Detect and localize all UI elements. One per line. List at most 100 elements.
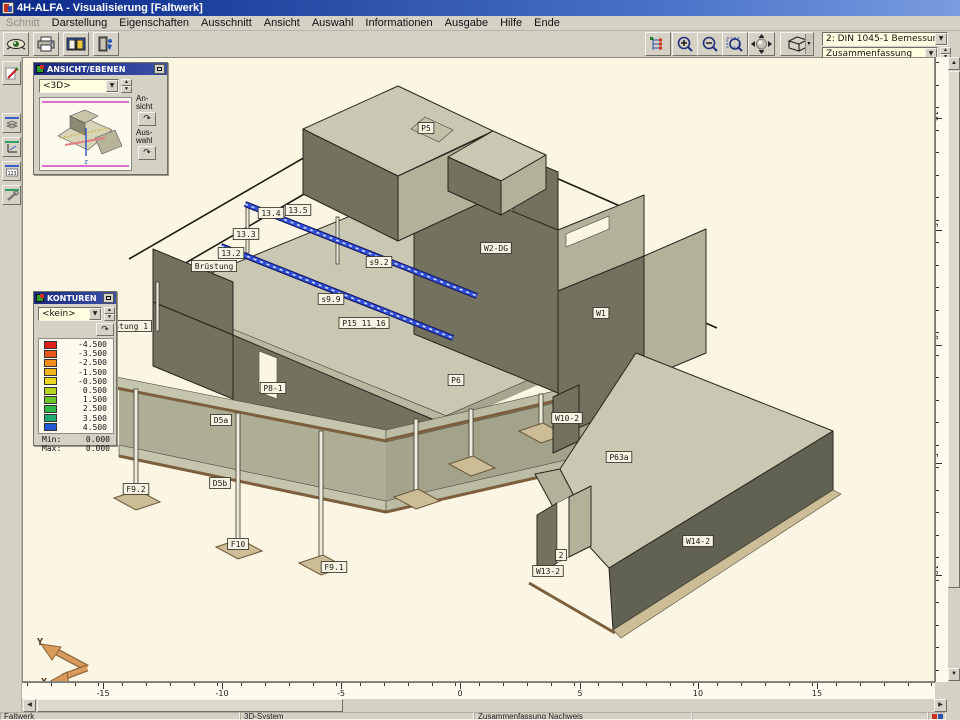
menu-auswahl[interactable]: Auswahl: [306, 17, 360, 29]
view-3d-box-button[interactable]: ▼: [780, 32, 814, 56]
view-options-button[interactable]: [3, 32, 29, 56]
ruler-tick: [936, 197, 939, 198]
menu-eigenschaften[interactable]: Eigenschaften: [113, 17, 195, 29]
ruler-tick: [360, 683, 361, 686]
menu-hilfe[interactable]: Hilfe: [494, 17, 528, 29]
menu-ausgabe[interactable]: Ausgabe: [439, 17, 494, 29]
ansicht-panel-close-button[interactable]: [154, 64, 165, 74]
ruler-tick: [936, 62, 939, 63]
ruler-tick: [646, 683, 647, 686]
legend-row: -4.500: [39, 340, 113, 349]
levels-button[interactable]: [2, 137, 21, 157]
spin-down-icon[interactable]: ▼: [121, 86, 132, 93]
spin-up-icon[interactable]: ▲: [104, 307, 115, 314]
zoom-window-button[interactable]: [722, 32, 748, 56]
ansicht-button-label: An- sicht: [136, 95, 166, 111]
ansicht-panel-titlebar[interactable]: ANSICHT/EBENEN: [34, 63, 167, 75]
konturen-spinner[interactable]: ▲ ▼: [104, 307, 115, 321]
numbering-button[interactable]: 123: [2, 161, 21, 181]
ruler-tick: [717, 683, 718, 686]
tools-button[interactable]: [2, 185, 21, 205]
ansicht-apply-button[interactable]: ↷: [138, 112, 156, 126]
ruler-tick: [936, 647, 939, 648]
zoom-in-button[interactable]: [672, 32, 698, 56]
max-value: 0.000: [61, 444, 110, 453]
tree-view-button[interactable]: [645, 32, 671, 56]
model-label: P5: [421, 124, 431, 133]
design-select-arrow-icon[interactable]: ▼: [935, 33, 947, 45]
scroll-up-icon[interactable]: ▲: [948, 57, 960, 70]
ruler-tick: [936, 85, 939, 86]
ruler-tick: [789, 683, 790, 686]
spin-up-icon[interactable]: ▲: [121, 79, 132, 86]
report-book-button[interactable]: [63, 32, 89, 56]
status-indicator: [928, 712, 946, 720]
ansicht-view-select[interactable]: <3D> ▼: [39, 79, 119, 93]
print-button[interactable]: [33, 32, 59, 56]
zoom-out-icon: [701, 36, 719, 53]
ruler-label: 0: [935, 335, 939, 340]
exit-button[interactable]: [93, 32, 119, 56]
ansicht-select-arrow-icon[interactable]: ▼: [106, 80, 118, 92]
zoom-in-icon: [676, 36, 694, 53]
ruler-tick: [936, 602, 939, 603]
scroll-right-icon[interactable]: ▶: [934, 699, 947, 712]
menu-informationen[interactable]: Informationen: [359, 17, 438, 29]
ruler-tick: [936, 535, 939, 536]
legend-value: -1.500: [57, 368, 113, 377]
konturen-apply-button[interactable]: ↷: [96, 323, 114, 336]
ansicht-spinner[interactable]: ▲ ▼: [121, 79, 132, 93]
legend-value: -4.500: [57, 340, 113, 349]
konturen-panel-titlebar[interactable]: KONTUREN: [34, 292, 116, 304]
ruler-tick: [51, 683, 52, 686]
legend-color-swatch: [44, 405, 57, 413]
spin-down-icon[interactable]: ▼: [104, 314, 115, 321]
view-thumbnail[interactable]: z: [39, 97, 132, 171]
menu-ende[interactable]: Ende: [528, 17, 566, 29]
vscroll-thumb[interactable]: [948, 71, 960, 588]
hscroll-thumb[interactable]: [37, 699, 343, 712]
ruler-major-tick: [936, 230, 942, 231]
menu-darstellung[interactable]: Darstellung: [46, 17, 114, 29]
menu-ausschnitt[interactable]: Ausschnitt: [195, 17, 258, 29]
max-label: Max:: [42, 444, 61, 453]
horizontal-scrollbar[interactable]: ◀ ▶: [22, 699, 948, 712]
layers-icon: [5, 117, 19, 130]
menu-bar: SchnittDarstellungEigenschaftenAusschnit…: [0, 16, 960, 31]
konturen-panel-close-button[interactable]: [103, 293, 114, 303]
auswahl-apply-button[interactable]: ↷: [138, 146, 156, 160]
spin-up-icon[interactable]: ▲: [940, 47, 951, 54]
model-label: F9.1: [324, 563, 343, 572]
min-label: Min:: [42, 435, 61, 444]
svg-text:123: 123: [7, 171, 16, 177]
ruler-tick: [384, 683, 385, 686]
ruler-tick: [241, 683, 242, 686]
legend-row: 0.500: [39, 386, 113, 395]
vertical-scrollbar[interactable]: ▲ ▼: [948, 57, 960, 682]
model-label: s9.9: [321, 295, 340, 304]
konturen-select[interactable]: <kein> ▼: [38, 307, 102, 321]
model-label: 2: [559, 551, 564, 560]
menu-ansicht[interactable]: Ansicht: [258, 17, 306, 29]
ruler-tick: [936, 445, 939, 446]
annex-building: [529, 353, 841, 638]
edit-mode-button[interactable]: [2, 61, 21, 85]
ruler-tick: [860, 683, 861, 686]
design-select[interactable]: 2: DIN 1045-1 Bemessung ▼: [822, 32, 948, 46]
view-3d-dropdown-arrow[interactable]: ▼: [805, 34, 812, 54]
ruler-tick: [936, 625, 939, 626]
zoom-out-button[interactable]: [697, 32, 723, 56]
scroll-down-icon[interactable]: ▼: [948, 668, 960, 681]
ruler-tick: [670, 683, 671, 686]
zoom-window-icon: [726, 36, 744, 53]
ruler-tick: [27, 683, 28, 686]
pan-control[interactable]: [748, 32, 775, 56]
ruler-tick: [908, 683, 909, 686]
axis-indicator: Y X: [37, 637, 87, 682]
layers-button[interactable]: [2, 113, 21, 133]
model-label: W13-2: [536, 567, 560, 576]
scroll-left-icon[interactable]: ◀: [23, 699, 36, 712]
konturen-select-arrow-icon[interactable]: ▼: [89, 308, 101, 320]
exit-door-icon: [97, 36, 115, 52]
legend-value: -2.500: [57, 358, 113, 367]
